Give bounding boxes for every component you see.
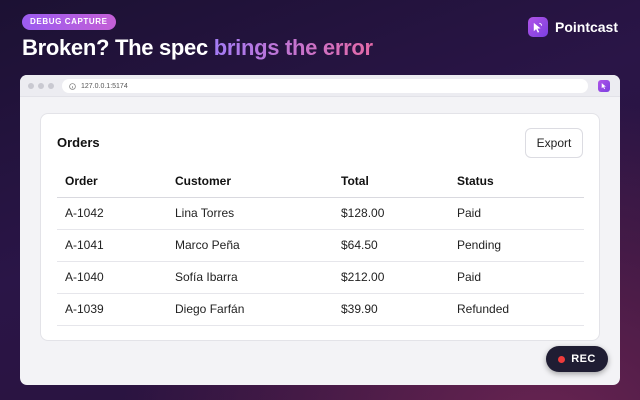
table-row[interactable]: A-1041 Marco Peña $64.50 Pending <box>57 229 584 262</box>
address-bar[interactable]: 127.0.0.1:5174 <box>62 79 588 93</box>
customer-name: Marco Peña <box>167 229 333 262</box>
headline: Broken? The spec brings the error <box>22 35 373 61</box>
order-id: A-1040 <box>57 261 167 294</box>
window-controls <box>28 82 54 89</box>
export-button[interactable]: Export <box>525 128 583 158</box>
headline-part1: Broken? The spec <box>22 35 214 60</box>
customer-name: Diego Farfán <box>167 293 333 326</box>
record-button[interactable]: REC <box>546 346 608 372</box>
orders-card: Orders Export Order Customer Total Statu… <box>40 113 600 341</box>
order-id: A-1041 <box>57 229 167 262</box>
site-info-icon <box>69 82 76 90</box>
browser-window: 127.0.0.1:5174 Orders Export Order Custo… <box>20 75 620 385</box>
customer-name: Sofía Ibarra <box>167 261 333 294</box>
extension-icon[interactable] <box>598 80 610 92</box>
column-header-status: Status <box>449 166 584 198</box>
debug-capture-badge: DEBUG CAPTURE <box>22 14 116 30</box>
table-header-row: Order Customer Total Status <box>57 166 584 198</box>
order-total: $64.50 <box>333 229 449 262</box>
customer-name: Lina Torres <box>167 197 333 230</box>
table-row[interactable]: A-1040 Sofía Ibarra $212.00 Paid <box>57 261 584 294</box>
order-status: Paid <box>449 197 584 230</box>
cursor-icon <box>527 17 548 37</box>
column-header-customer: Customer <box>167 166 333 198</box>
minimize-dot[interactable] <box>38 82 44 89</box>
order-status: Refunded <box>449 293 584 326</box>
table-row[interactable]: A-1039 Diego Farfán $39.90 Refunded <box>57 293 584 326</box>
browser-chrome: 127.0.0.1:5174 <box>20 75 620 97</box>
close-dot[interactable] <box>28 82 34 89</box>
headline-accent: brings the error <box>213 35 373 60</box>
url-text: 127.0.0.1:5174 <box>81 82 128 90</box>
table-row[interactable]: A-1042 Lina Torres $128.00 Paid <box>57 197 584 230</box>
record-label: REC <box>571 353 596 365</box>
orders-table: Order Customer Total Status A-1042 Lina … <box>57 166 584 326</box>
column-header-order: Order <box>57 166 167 198</box>
brand-name: Pointcast <box>554 19 618 35</box>
order-status: Paid <box>449 261 584 294</box>
column-header-total: Total <box>333 166 449 198</box>
record-dot-icon <box>558 355 566 363</box>
orders-title: Orders <box>57 135 100 150</box>
order-total: $212.00 <box>333 261 449 294</box>
order-total: $128.00 <box>333 197 449 230</box>
brand: Pointcast <box>527 17 618 37</box>
order-id: A-1039 <box>57 293 167 326</box>
order-total: $39.90 <box>333 293 449 326</box>
order-id: A-1042 <box>57 197 167 230</box>
maximize-dot[interactable] <box>48 82 54 89</box>
order-status: Pending <box>449 229 584 262</box>
